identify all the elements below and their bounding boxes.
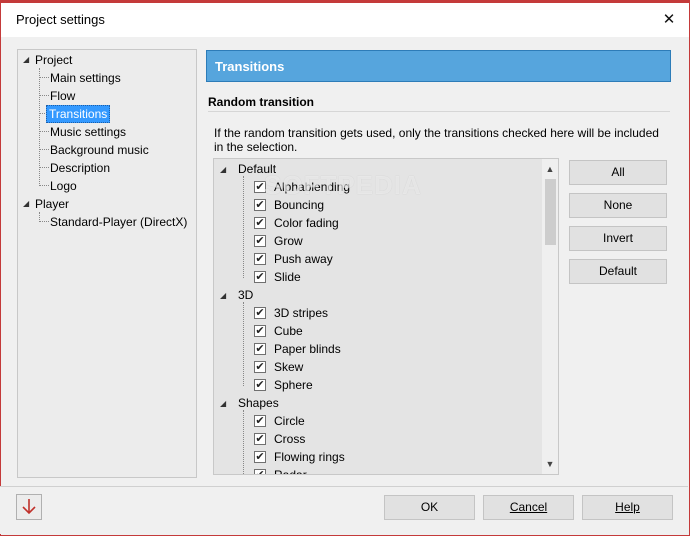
list-scrollbar[interactable]: ▲ ▼: [542, 159, 558, 474]
move-down-button[interactable]: [16, 494, 42, 520]
tree-node-player[interactable]: Player: [35, 196, 69, 212]
item-label: Flowing rings: [274, 450, 345, 464]
item-label: Skew: [274, 360, 304, 374]
checkbox[interactable]: ✔: [254, 433, 266, 445]
checkbox[interactable]: ✔: [254, 253, 266, 265]
invert-button[interactable]: Invert: [569, 226, 667, 251]
settings-tree: ◢ Project Main settings Flow Transitions…: [17, 49, 197, 478]
cancel-button[interactable]: Cancel: [483, 495, 574, 520]
tree-connector: [39, 221, 49, 222]
section-title: Random transition: [208, 95, 315, 109]
tree-item-flow[interactable]: Flow: [50, 88, 75, 104]
tree-connector: [243, 302, 244, 386]
watermark-logo: SOFTPEDIA: [264, 170, 422, 200]
group-label: Shapes: [238, 396, 279, 410]
checkbox[interactable]: ✔: [254, 361, 266, 373]
checkbox[interactable]: ✔: [254, 343, 266, 355]
checkbox[interactable]: ✔: [254, 217, 266, 229]
tree-item-logo[interactable]: Logo: [50, 178, 77, 194]
item-label: Cube: [274, 324, 303, 338]
tree-item-main-settings[interactable]: Main settings: [50, 70, 121, 86]
checkbox[interactable]: ✔: [254, 451, 266, 463]
collapse-icon[interactable]: ◢: [220, 291, 229, 300]
window-title: Project settings: [16, 12, 105, 27]
dialog-footer: OK Cancel Help: [0, 486, 688, 534]
page-header: Transitions: [206, 50, 671, 82]
tree-item-transitions[interactable]: Transitions: [46, 105, 111, 123]
checkbox[interactable]: ✔: [254, 379, 266, 391]
item-label: Circle: [274, 414, 305, 428]
item-label: Slide: [274, 270, 301, 284]
section-divider: [208, 111, 670, 112]
scroll-up-icon[interactable]: ▲: [542, 161, 558, 177]
item-label: Color fading: [274, 216, 339, 230]
checkbox[interactable]: ✔: [254, 469, 266, 474]
tree-connector: [39, 95, 49, 96]
collapse-icon[interactable]: ◢: [23, 55, 32, 64]
section-description: If the random transition gets used, only…: [214, 126, 659, 154]
tree-connector: [243, 410, 244, 474]
tree-connector: [39, 131, 49, 132]
close-button[interactable]: ✕: [659, 10, 679, 30]
tree-connector: [39, 167, 49, 168]
default-button[interactable]: Default: [569, 259, 667, 284]
item-label: Grow: [274, 234, 303, 248]
tree-item-background-music[interactable]: Background music: [50, 142, 149, 158]
title-bar: Project settings ✕: [1, 3, 689, 37]
arrow-down-icon: [22, 499, 36, 515]
scroll-down-icon[interactable]: ▼: [542, 456, 558, 472]
item-label: Radar: [274, 468, 307, 475]
collapse-icon[interactable]: ◢: [23, 199, 32, 208]
item-label: 3D stripes: [274, 306, 329, 320]
checkbox[interactable]: ✔: [254, 235, 266, 247]
tree-item-description[interactable]: Description: [50, 160, 110, 176]
tree-item-music-settings[interactable]: Music settings: [50, 124, 126, 140]
tree-connector: [243, 176, 244, 278]
checkbox[interactable]: ✔: [254, 271, 266, 283]
item-label: Cross: [274, 432, 306, 446]
ok-button[interactable]: OK: [384, 495, 475, 520]
tree-connector: [39, 185, 49, 186]
tree-connector: [39, 149, 49, 150]
collapse-icon[interactable]: ◢: [220, 165, 229, 174]
all-button[interactable]: All: [569, 160, 667, 185]
tree-connector: [39, 68, 40, 186]
collapse-icon[interactable]: ◢: [220, 399, 229, 408]
tree-node-project[interactable]: Project: [35, 52, 72, 68]
tree-connector: [39, 77, 49, 78]
help-button[interactable]: Help: [582, 495, 673, 520]
checkbox[interactable]: ✔: [254, 325, 266, 337]
group-label: 3D: [238, 288, 254, 302]
checkbox[interactable]: ✔: [254, 415, 266, 427]
none-button[interactable]: None: [569, 193, 667, 218]
checkbox[interactable]: ✔: [254, 307, 266, 319]
item-label: Paper blinds: [274, 342, 341, 356]
item-label: Push away: [274, 252, 333, 266]
page-title: Transitions: [215, 59, 285, 74]
scroll-thumb[interactable]: [545, 179, 556, 245]
tree-item-standard-player[interactable]: Standard-Player (DirectX): [50, 214, 187, 230]
transitions-list[interactable]: ◢ Default ✔ Alphablending ✔ Bouncing ✔ Colo…: [213, 158, 559, 475]
item-label: Sphere: [274, 378, 313, 392]
